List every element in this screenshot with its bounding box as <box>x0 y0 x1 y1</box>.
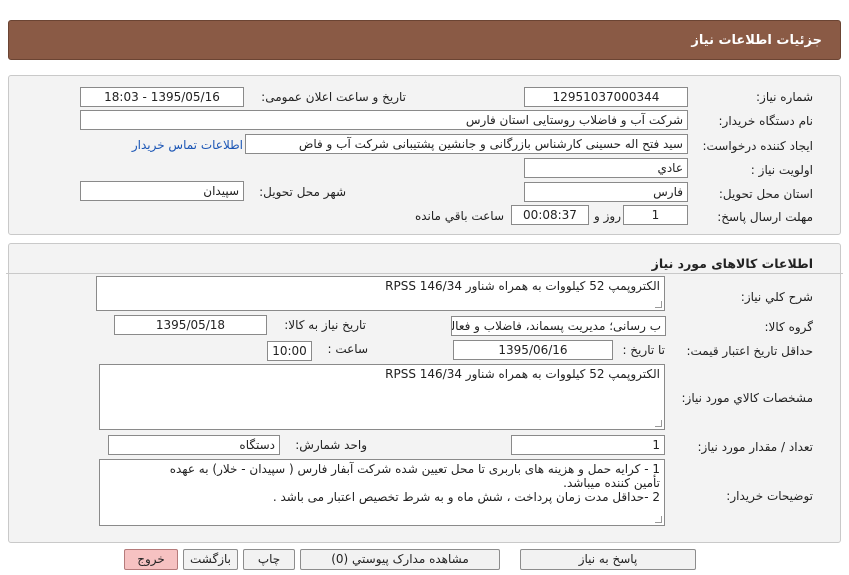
priority-label: اولویت نیاز : <box>750 163 813 177</box>
goods-group-label: گروه کالا: <box>764 320 814 334</box>
creator-field[interactable]: سید فتح اله حسینی کارشناس بازرگانی و جان… <box>245 134 688 154</box>
attachments-button[interactable]: مشاهده مدارک پیوستي (0) <box>300 549 500 570</box>
section-divider <box>6 273 843 274</box>
page-header: جزئیات اطلاعات نیاز <box>8 20 841 60</box>
specs-label: مشخصات کالاي مورد نیاز: <box>681 391 813 405</box>
city-field[interactable]: سپیدان <box>80 181 244 201</box>
hour-field[interactable]: 10:00 <box>267 341 312 361</box>
city-label: شهر محل تحویل: <box>259 185 346 199</box>
province-label: استان محل تحویل: <box>718 187 813 201</box>
priority-field[interactable]: عادي <box>524 158 688 178</box>
need-date-label: تاریخ نیاز به کالا: <box>284 318 366 332</box>
buyer-notes-line: تأمین کننده میباشد. <box>563 476 660 490</box>
quantity-field[interactable]: 1 <box>511 435 665 455</box>
hour-label: ساعت : <box>327 342 368 356</box>
resize-handle[interactable] <box>655 420 662 427</box>
announce-datetime-field[interactable]: 1395/05/16 - 18:03 <box>80 87 244 107</box>
until-date-label: تا تاریخ : <box>622 343 665 357</box>
page-title: جزئیات اطلاعات نیاز <box>691 33 822 48</box>
specs-field[interactable]: الکتروپمپ 52 کیلووات به همراه شناور RPSS… <box>99 364 665 430</box>
quantity-label: تعداد / مقدار مورد نیاز: <box>697 440 813 454</box>
until-date-field[interactable]: 1395/06/16 <box>453 340 613 360</box>
unit-field[interactable]: دستگاه <box>108 435 280 455</box>
price-validity-label: حداقل تاریخ اعتبار قیمت: <box>686 344 813 358</box>
goods-group-field[interactable]: ب رسانی؛ مدیریت پسماند، فاضلاب و فعالیت … <box>451 316 666 336</box>
back-button[interactable]: بازگشت <box>183 549 238 570</box>
general-desc-text: الکتروپمپ 52 کیلووات به همراه شناور RPSS… <box>385 279 660 293</box>
province-field[interactable]: فارس <box>524 182 688 202</box>
general-desc-field[interactable]: الکتروپمپ 52 کیلووات به همراه شناور RPSS… <box>96 276 665 311</box>
print-button[interactable]: چاپ <box>243 549 295 570</box>
unit-label: واحد شمارش: <box>295 438 367 452</box>
announce-datetime-label: تاریخ و ساعت اعلان عمومی: <box>261 90 406 104</box>
general-desc-label: شرح کلي نیاز: <box>740 290 813 304</box>
need-number-field[interactable]: 12951037000344 <box>524 87 688 107</box>
deadline-label: مهلت ارسال پاسخ: <box>717 210 813 224</box>
deadline-days-field[interactable]: 1 <box>623 205 688 225</box>
goods-section-title: اطلاعات کالاهای مورد نیاز <box>651 256 813 271</box>
buyer-contact-link[interactable]: اطلاعات تماس خریدار <box>132 138 243 152</box>
buyer-notes-line: 2 -حداقل مدت زمان پرداخت ، شش ماه و به ش… <box>272 490 660 504</box>
buyer-org-label: نام دستگاه خریدار: <box>718 114 814 128</box>
remaining-label: ساعت باقي مانده <box>414 209 504 223</box>
deadline-time-field[interactable]: 00:08:37 <box>511 205 589 225</box>
resize-handle[interactable] <box>655 301 662 308</box>
reply-button[interactable]: پاسخ به نیاز <box>520 549 696 570</box>
specs-text: الکتروپمپ 52 کیلووات به همراه شناور RPSS… <box>385 367 660 381</box>
need-date-field[interactable]: 1395/05/18 <box>114 315 267 335</box>
resize-handle[interactable] <box>655 516 662 523</box>
buyer-notes-field[interactable]: 1 - کرایه حمل و هزینه های باربری تا محل … <box>99 459 665 526</box>
exit-button[interactable]: خروج <box>124 549 178 570</box>
need-number-label: شماره نیاز: <box>756 90 813 104</box>
buyer-org-field[interactable]: شرکت آب و فاضلاب روستایی استان فارس <box>80 110 688 130</box>
day-label: روز و <box>594 209 621 223</box>
creator-label: ایجاد کننده درخواست: <box>702 139 813 153</box>
buyer-notes-label: توضیحات خریدار: <box>726 489 813 503</box>
buyer-notes-line: 1 - کرایه حمل و هزینه های باربری تا محل … <box>169 462 660 476</box>
